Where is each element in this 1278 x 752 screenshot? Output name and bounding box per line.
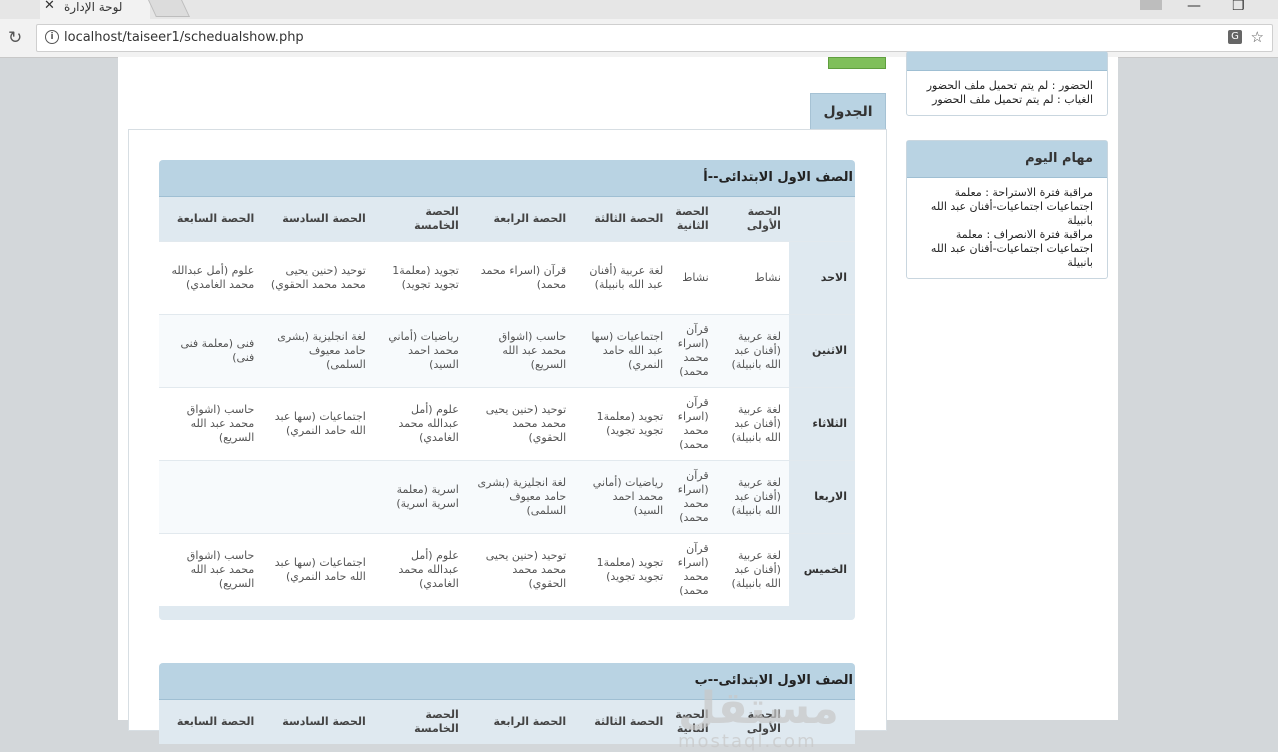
column-header: الحصة الثالثة	[574, 700, 672, 744]
column-header: الحصة الرابعة	[466, 700, 575, 744]
absence-line: الغياب : لم يتم تحميل ملف الحضور	[932, 93, 1093, 106]
class-schedule: الصف الاول الابتدائى--أ الحصة الأولى الحصة…	[159, 160, 855, 620]
minimize-icon[interactable]: —	[1187, 0, 1201, 13]
schedule-table: الحصة الأولى الحصة الثانية الحصة الثالثة ال…	[159, 197, 855, 606]
period-cell: قرآن (اسراء محمد محمد)	[671, 533, 717, 606]
period-cell: لغة عربية (أفنان عبد الله بانبيلة)	[716, 387, 789, 461]
column-header: الحصة السادسة	[262, 700, 374, 744]
schedule-footer	[159, 606, 855, 620]
reload-icon[interactable]: ↻	[8, 28, 22, 48]
period-cell: توحيد (حنين يحيى محمد محمد الحقوي)	[466, 387, 575, 461]
task-item: مراقبة فترة الاستراحة : معلمة اجتماعيات …	[930, 186, 1093, 227]
period-cell: علوم (أمل عبدالله محمد الغامدي)	[159, 241, 263, 315]
period-cell: قرآن (اسراء محمد محمد)	[671, 314, 717, 388]
day-label: الخميس	[788, 533, 855, 606]
day-label: الاربعا	[788, 460, 855, 534]
period-cell: حاسب (اشواق محمد عبد الله السريع)	[466, 314, 575, 388]
period-cell: اجتماعيات (سها عبد الله حامد النمري)	[262, 387, 374, 461]
translate-icon[interactable]: G	[1228, 30, 1242, 44]
profile-icon[interactable]	[1140, 0, 1162, 10]
tasks-body: مراقبة فترة الاستراحة : معلمة اجتماعيات …	[907, 178, 1107, 278]
url-text[interactable]: localhost/taiseer1/schedualshow.php	[64, 30, 304, 45]
period-cell: حاسب (اشواق محمد عبد الله السريع)	[159, 533, 263, 606]
tasks-header: مهام اليوم	[907, 141, 1107, 178]
tab-schedule[interactable]: الجدول	[810, 93, 886, 130]
period-cell: تجويد (معلمة1 تجويد تجويد)	[574, 533, 672, 606]
period-cell: قرآن (اسراء محمد محمد)	[671, 460, 717, 534]
day-label: الثلاثاء	[788, 387, 855, 461]
attendance-box: الحضور : لم يتم تحميل ملف الحضور الغياب …	[906, 51, 1108, 116]
period-cell: علوم (أمل عبدالله محمد الغامدي)	[373, 533, 467, 606]
day-label: الاثنين	[788, 314, 855, 388]
browser-tabbar: ✕ لوحة الإدارة — ❐	[0, 0, 1278, 19]
day-label: الاحد	[788, 241, 855, 315]
browser-tab[interactable]: ✕ لوحة الإدارة	[40, 0, 150, 19]
period-cell: نشاط	[716, 241, 789, 315]
schedule-panel: الصف الاول الابتدائى--أ الحصة الأولى الحصة…	[128, 129, 887, 744]
header-row: الحصة الأولى الحصة الثانية الحصة الثالثة ال…	[159, 197, 855, 242]
class-title: الصف الاول الابتدائى--أ	[703, 170, 853, 185]
period-cell: لغة عربية (أفنان عبد الله بانبيلة)	[716, 460, 789, 534]
column-header: الحصة الخامسة	[373, 700, 467, 744]
attendance-header	[907, 52, 1107, 71]
column-header	[788, 197, 855, 242]
period-cell	[159, 460, 263, 534]
column-header: الحصة السابعة	[159, 197, 263, 242]
period-cell: اجتماعيات (سها عبد الله حامد النمري)	[262, 533, 374, 606]
tab-close-icon[interactable]: ✕	[44, 0, 55, 13]
info-icon[interactable]: i	[45, 30, 59, 44]
period-cell: رياضيات (أماني محمد احمد السيد)	[373, 314, 467, 388]
table-row: الثلاثاء لغة عربية (أفنان عبد الله بانبيل…	[159, 387, 855, 461]
attendance-line: الحضور : لم يتم تحميل ملف الحضور	[926, 79, 1093, 92]
column-header: الحصة الثالثة	[574, 197, 672, 242]
column-header: الحصة الخامسة	[373, 197, 467, 242]
period-cell: اسرية (معلمة اسرية اسرية)	[373, 460, 467, 534]
period-cell: اجتماعيات (سها عبد الله حامد النمري)	[574, 314, 672, 388]
column-header: الحصة السابعة	[159, 700, 263, 744]
column-header: الحصة الرابعة	[466, 197, 575, 242]
table-row: الاربعا لغة عربية (أفنان عبد الله بانبيلة…	[159, 460, 855, 534]
column-header: الحصة الثانية	[671, 197, 717, 242]
new-tab-button[interactable]	[148, 0, 190, 17]
period-cell	[262, 460, 374, 534]
table-row: الاحد نشاط نشاط لغة عربية (أفنان عبد الله ب…	[159, 241, 855, 315]
period-cell: لغة عربية (أفنان عبد الله بانبيلة)	[716, 314, 789, 388]
bookmark-star-icon[interactable]: ☆	[1251, 28, 1264, 46]
task-item: مراقبة فترة الانصراف : معلمة اجتماعيات ا…	[930, 228, 1093, 269]
tasks-box: مهام اليوم مراقبة فترة الاستراحة : معلمة…	[906, 140, 1108, 279]
period-cell: لغة انجليزية (بشرى حامد معيوف السلمى)	[262, 314, 374, 388]
tab-title: لوحة الإدارة	[64, 0, 123, 14]
period-cell: علوم (أمل عبدالله محمد الغامدي)	[373, 387, 467, 461]
period-cell: نشاط	[671, 241, 717, 315]
attendance-body: الحضور : لم يتم تحميل ملف الحضور الغياب …	[907, 71, 1107, 115]
period-cell: حاسب (اشواق محمد عبد الله السريع)	[159, 387, 263, 461]
top-green-button[interactable]	[828, 57, 886, 69]
table-row: الاثنين لغة عربية (أفنان عبد الله بانبيلة…	[159, 314, 855, 388]
period-cell: توحيد (حنين يحيى محمد محمد الحقوي)	[466, 533, 575, 606]
period-cell: توحيد (حنين يحيى محمد محمد الحقوي)	[262, 241, 374, 315]
address-bar[interactable]: i localhost/taiseer1/schedualshow.php G …	[36, 24, 1273, 52]
page-content: الجدول الصف الاول الابتدائى--أ الحصة الأو…	[118, 51, 1118, 752]
period-cell: لغة انجليزية (بشرى حامد معيوف السلمى)	[466, 460, 575, 534]
period-cell: قرآن (اسراء محمد محمد)	[671, 387, 717, 461]
column-header: الحصة السادسة	[262, 197, 374, 242]
period-cell: لغة عربية (أفنان عبد الله بانبيلة)	[716, 533, 789, 606]
period-cell: فنى (معلمة فنى فنى)	[159, 314, 263, 388]
period-cell: تجويد (معلمة1 تجويد تجويد)	[373, 241, 467, 315]
restore-icon[interactable]: ❐	[1232, 0, 1245, 13]
table-row: الخميس لغة عربية (أفنان عبد الله بانبيلة)…	[159, 533, 855, 606]
period-cell: رياضيات (أماني محمد احمد السيد)	[574, 460, 672, 534]
period-cell: لغة عربية (أفنان عبد الله بانبيلة)	[574, 241, 672, 315]
class-schedule-header: الصف الاول الابتدائى--أ	[159, 160, 855, 197]
period-cell: تجويد (معلمة1 تجويد تجويد)	[574, 387, 672, 461]
period-cell: قرآن (اسراء محمد محمد)	[466, 241, 575, 315]
column-header: الحصة الأولى	[716, 197, 789, 242]
